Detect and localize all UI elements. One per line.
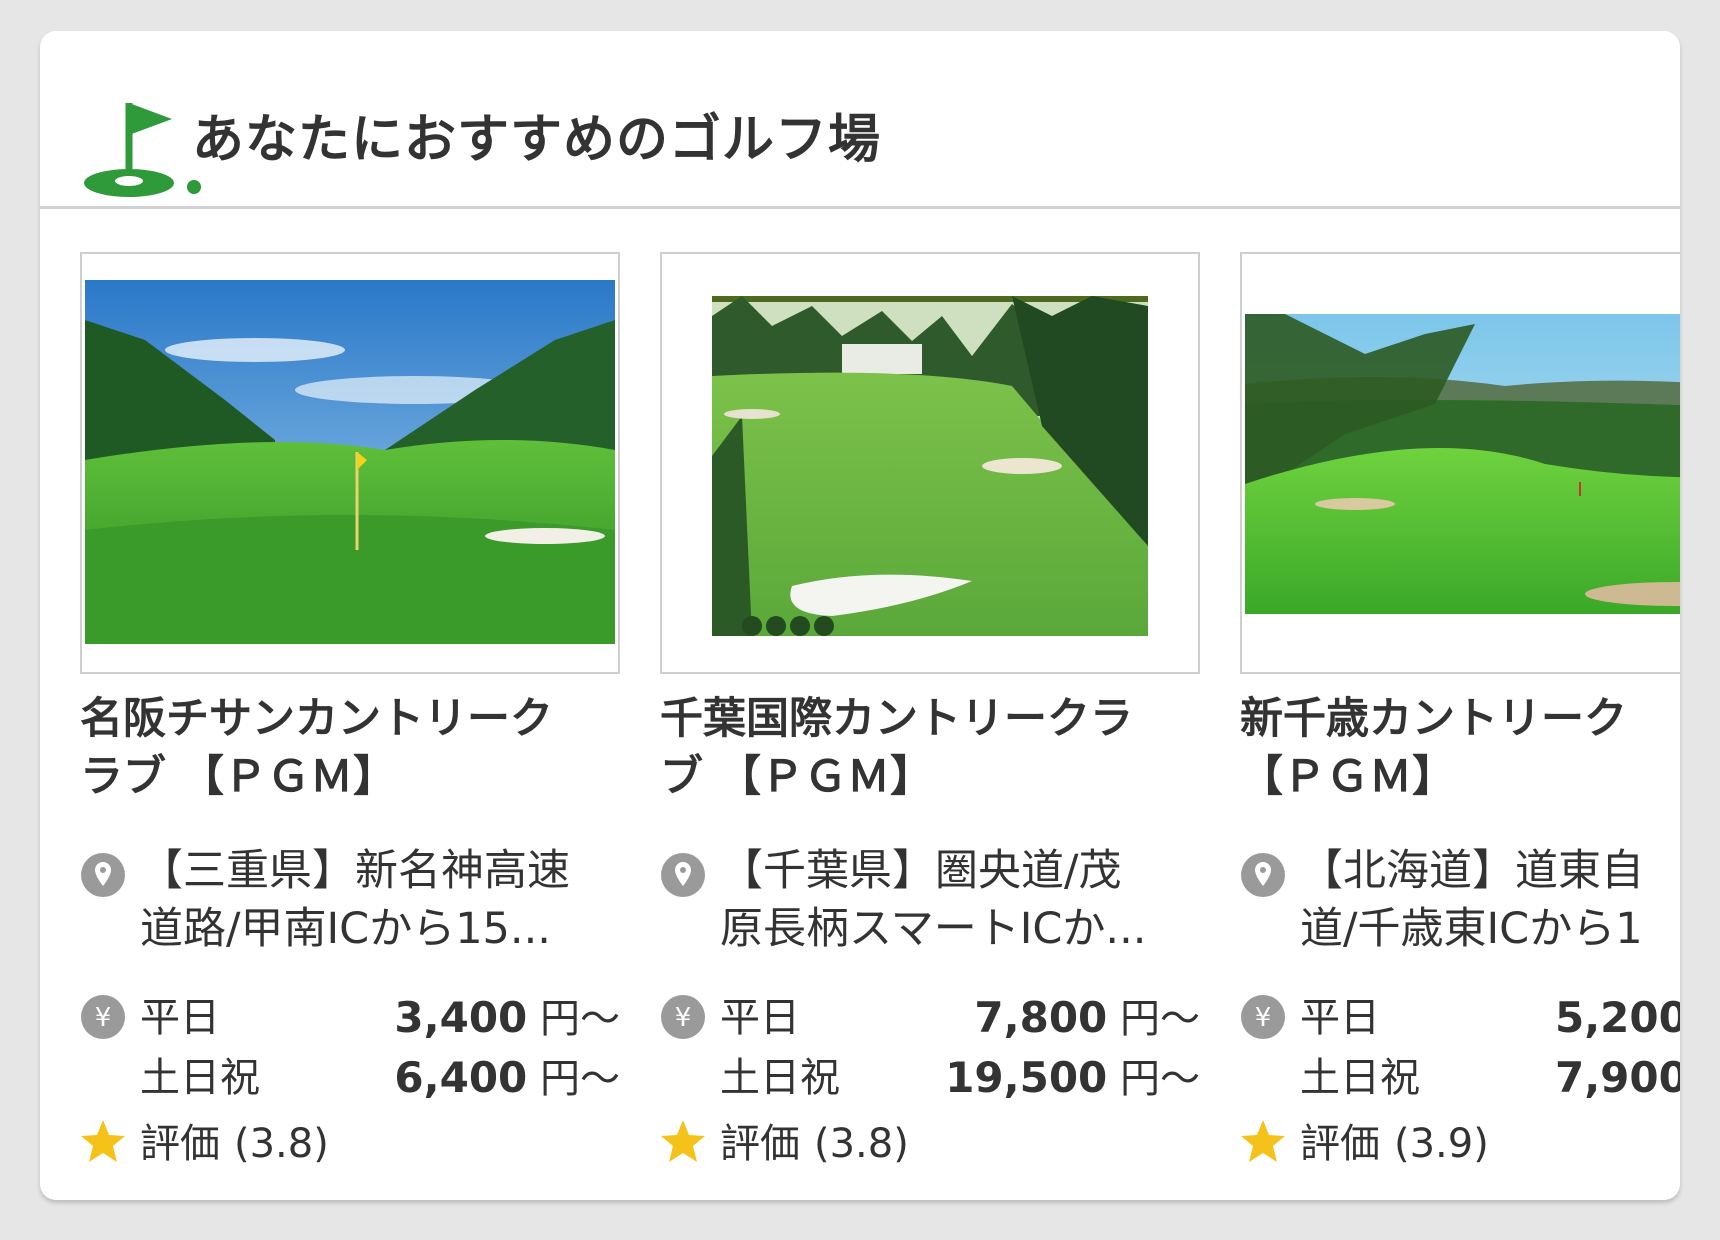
star-icon	[1241, 1120, 1285, 1162]
holiday-price-row: 土日祝 6,400 円〜	[140, 1050, 620, 1106]
panel-title: あなたにおすすめのゴルフ場	[192, 110, 882, 170]
svg-text:¥: ¥	[95, 1003, 112, 1033]
weekday-price: 3,400 円〜	[394, 993, 620, 1042]
holiday-price-row: 土日祝 19,500 円〜	[720, 1050, 1200, 1106]
holiday-price: 6,400 円〜	[394, 1053, 620, 1102]
course-card[interactable]: 新千歳カントリーク 【ＰＧＭ】 【北海道】道東自 道/千歳東ICから1 ¥ 平日…	[1240, 252, 1680, 1167]
location-pin-icon	[1241, 853, 1285, 897]
recommended-courses-panel: あなたにおすすめのゴルフ場 名阪チサンカントリーク ラブ 【ＰＧＭ】 【三重県】…	[40, 31, 1680, 1200]
weekday-price: 7,800 円〜	[974, 993, 1200, 1042]
course-rating: 評価 (3.8)	[140, 1121, 329, 1167]
svg-text:¥: ¥	[1255, 1003, 1272, 1033]
weekday-price-row: 平日 7,800 円〜	[720, 990, 1200, 1046]
weekday-price: 5,200 円〜	[1555, 993, 1680, 1042]
course-card[interactable]: 名阪チサンカントリーク ラブ 【ＰＧＭ】 【三重県】新名神高速 道路/甲南ICか…	[80, 252, 620, 1167]
course-photo-image	[712, 296, 1148, 636]
holiday-price: 7,900 円〜	[1555, 1053, 1680, 1102]
holiday-price: 19,500 円〜	[945, 1053, 1200, 1102]
weekday-price-row: 平日 3,400 円〜	[140, 990, 620, 1046]
panel-header: あなたにおすすめのゴルフ場	[40, 31, 1680, 209]
yen-icon: ¥	[1241, 995, 1285, 1039]
course-photo[interactable]	[1240, 252, 1680, 674]
course-name[interactable]: 千葉国際カントリークラ ブ 【ＰＧＭ】	[660, 690, 1200, 806]
svg-text:¥: ¥	[675, 1003, 692, 1033]
course-access: 【三重県】新名神高速 道路/甲南ICから15...	[140, 846, 570, 954]
course-rating: 評価 (3.9)	[1300, 1121, 1489, 1167]
course-card[interactable]: 千葉国際カントリークラ ブ 【ＰＧＭ】 【千葉県】圏央道/茂 原長柄スマートIC…	[660, 252, 1200, 1167]
course-access: 【千葉県】圏央道/茂 原長柄スマートICか...	[720, 846, 1147, 954]
yen-icon: ¥	[661, 995, 705, 1039]
course-photo-image	[85, 280, 615, 644]
course-name[interactable]: 新千歳カントリーク 【ＰＧＭ】	[1240, 690, 1680, 806]
location-pin-icon	[81, 853, 125, 897]
star-icon	[661, 1120, 705, 1162]
yen-icon: ¥	[81, 995, 125, 1039]
weekday-price-row: 平日 5,200 円〜	[1300, 990, 1680, 1046]
location-pin-icon	[661, 853, 705, 897]
course-access: 【北海道】道東自 道/千歳東ICから1	[1300, 846, 1644, 954]
course-photo[interactable]	[80, 252, 620, 674]
course-name[interactable]: 名阪チサンカントリーク ラブ 【ＰＧＭ】	[80, 690, 620, 806]
course-photo-image	[1245, 314, 1680, 614]
course-photo[interactable]	[660, 252, 1200, 674]
holiday-price-row: 土日祝 7,900 円〜	[1300, 1050, 1680, 1106]
star-icon	[81, 1120, 125, 1162]
course-rating: 評価 (3.8)	[720, 1121, 909, 1167]
